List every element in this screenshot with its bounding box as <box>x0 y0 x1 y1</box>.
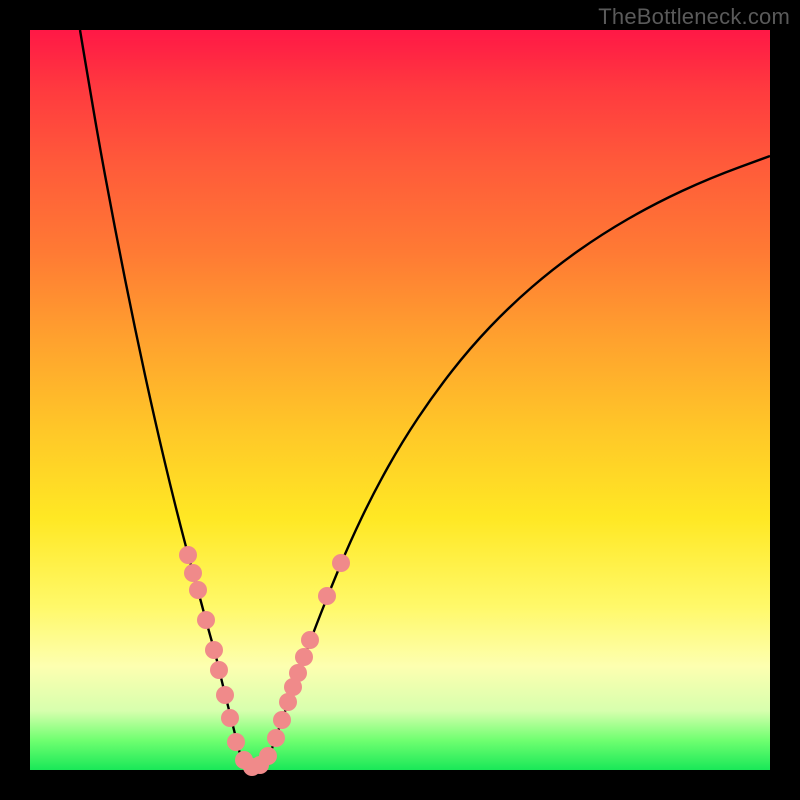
marker-group <box>179 546 350 776</box>
highlight-dot <box>267 729 285 747</box>
highlight-dot <box>210 661 228 679</box>
highlight-dot <box>189 581 207 599</box>
highlight-dot <box>318 587 336 605</box>
curve-right-branch <box>270 156 770 754</box>
highlight-dot <box>216 686 234 704</box>
highlight-dot <box>295 648 313 666</box>
watermark-text: TheBottleneck.com <box>598 4 790 30</box>
highlight-dot <box>184 564 202 582</box>
highlight-dot <box>227 733 245 751</box>
highlight-dot <box>205 641 223 659</box>
plot-area <box>30 30 770 770</box>
highlight-dot <box>301 631 319 649</box>
curve-group <box>80 30 770 767</box>
highlight-dot <box>221 709 239 727</box>
highlight-dot <box>259 747 277 765</box>
highlight-dot <box>289 664 307 682</box>
highlight-dot <box>332 554 350 572</box>
highlight-dot <box>273 711 291 729</box>
highlight-dot <box>179 546 197 564</box>
chart-frame: TheBottleneck.com <box>0 0 800 800</box>
curve-layer <box>30 30 770 770</box>
highlight-dot <box>197 611 215 629</box>
